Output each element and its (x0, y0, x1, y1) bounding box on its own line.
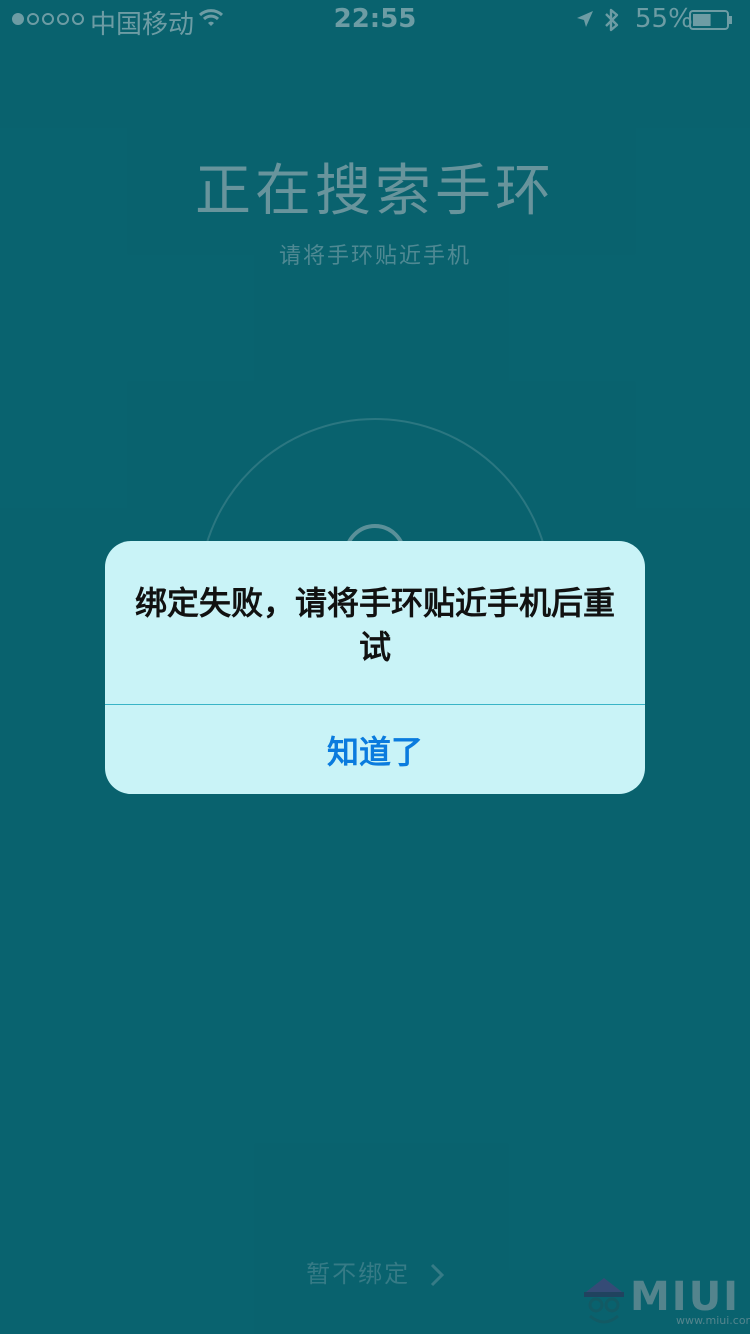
app-screen: 中国移动 22:55 55% 正在搜索手环 请将手环贴近手机 暂不绑定 MIUI… (0, 0, 750, 1334)
alert-message: 绑定失败，请将手环贴近手机后重试 (135, 584, 616, 666)
alert-dialog: 绑定失败，请将手环贴近手机后重试 知道了 (105, 541, 645, 794)
alert-ok-button[interactable]: 知道了 (105, 705, 645, 794)
